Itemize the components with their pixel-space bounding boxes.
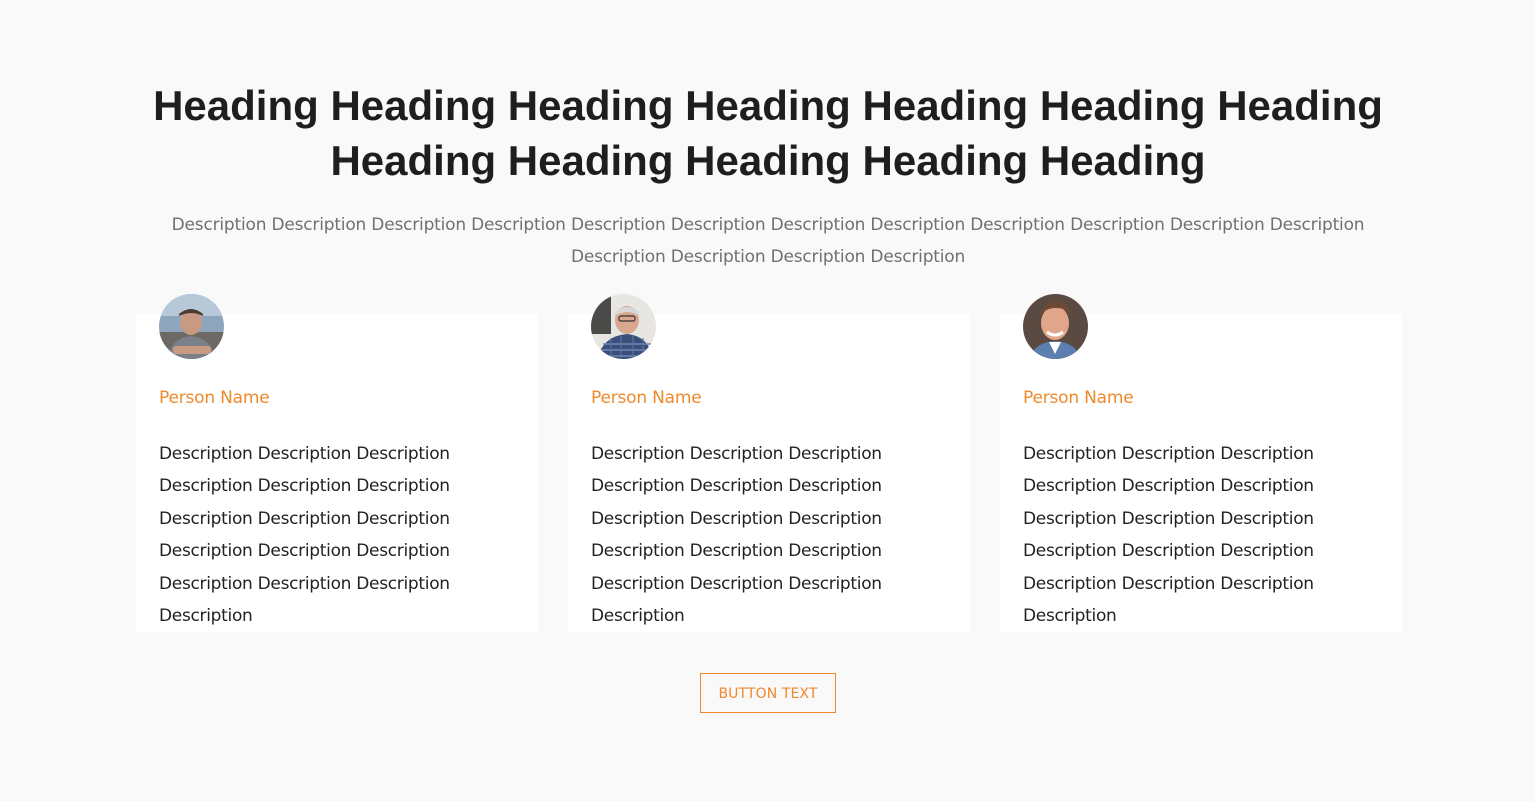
avatar xyxy=(591,294,656,359)
person-photo-icon xyxy=(159,294,224,359)
avatar xyxy=(159,294,224,359)
person-description: Description Description Description Desc… xyxy=(591,444,882,627)
person-name: Person Name xyxy=(591,388,702,408)
person-description: Description Description Description Desc… xyxy=(159,444,450,627)
person-name: Person Name xyxy=(159,388,270,408)
person-photo-icon xyxy=(591,294,656,359)
testimonial-card: Person Name Description Description Desc… xyxy=(568,294,970,632)
avatar xyxy=(1023,294,1088,359)
testimonials-section: Heading Heading Heading Heading Heading … xyxy=(0,0,1535,801)
testimonial-card: Person Name Description Description Desc… xyxy=(136,294,538,632)
section-description: Description Description Description Desc… xyxy=(171,215,1365,267)
testimonial-card: Person Name Description Description Desc… xyxy=(1000,294,1402,632)
person-description: Description Description Description Desc… xyxy=(1023,444,1314,627)
person-photo-icon xyxy=(1023,294,1088,359)
cta-button[interactable]: BUTTON TEXT xyxy=(700,673,836,713)
person-name: Person Name xyxy=(1023,388,1134,408)
section-heading: Heading Heading Heading Heading Heading … xyxy=(153,82,1383,184)
